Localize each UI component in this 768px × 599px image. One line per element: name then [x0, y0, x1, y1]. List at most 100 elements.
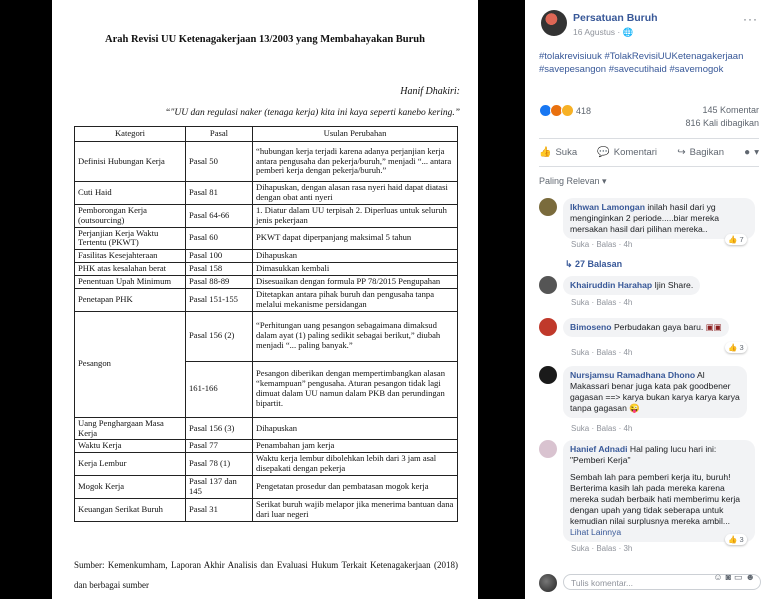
- table-row: Mogok Kerja Pasal 137 dan 145 Pengetatan p…: [74, 475, 458, 499]
- table-row: Cuti Haid Pasal 81 Dihapuskan, dengan alas…: [74, 181, 458, 205]
- post-time-text: 16 Agustus ·: [573, 27, 623, 37]
- cell-usulan: Penambahan jam kerja: [252, 439, 458, 454]
- sad-reaction-icon: [561, 104, 574, 117]
- cell-kategori: PHK atas kesalahan berat: [74, 262, 186, 276]
- cell-usulan: Ditetapkan antara pihak buruh dan pengus…: [252, 287, 458, 312]
- dropdown-caret-icon: ▾: [754, 146, 759, 158]
- table-row: Keuangan Serikat Buruh Pasal 31 Serikat bu…: [74, 497, 458, 522]
- share-button[interactable]: ↪ Bagikan: [677, 147, 724, 158]
- see-more-link[interactable]: Lihat Lainnya: [570, 527, 621, 537]
- comment-meta[interactable]: Suka · Balas · 4h: [571, 348, 632, 357]
- cell-kategori: Penentuan Upah Minimum: [74, 275, 186, 289]
- cell-pasal: Pasal 156 (2): [185, 310, 253, 362]
- cell-pasal: Pasal 78 (1): [185, 452, 253, 476]
- cell-pasal: Pasal 31: [185, 497, 253, 522]
- cell-usulan: Serikat buruh wajib melapor jika menerim…: [252, 497, 458, 522]
- cell-usulan: Dihapuskan, dengan alasan rasa nyeri hai…: [252, 181, 458, 205]
- cell-usulan: Dihapuskan: [252, 249, 458, 264]
- emoji-icon[interactable]: ☺: [713, 572, 725, 582]
- cell-usulan: Pengetatan prosedur dan pembatasan mogok…: [252, 475, 458, 499]
- comment-text-continued: Sembah lah para pemberi kerja itu, buruh…: [570, 472, 741, 526]
- comment-icon: 💬: [597, 146, 610, 158]
- comment-meta[interactable]: Suka · Balas · 3h: [571, 544, 632, 553]
- post-photo[interactable]: Arah Revisi UU Ketenagakerjaan 13/2003 y…: [0, 0, 525, 599]
- commenter-name[interactable]: Nursjamsu Ramadhana Dhono: [570, 370, 695, 380]
- comment-meta[interactable]: Suka · Balas · 4h: [571, 424, 632, 433]
- sticker-icon[interactable]: ☻: [746, 572, 758, 582]
- emoji-icon: ▣▣: [705, 322, 722, 332]
- camera-icon[interactable]: ◙: [726, 572, 734, 582]
- cell-pasal: Pasal 64-66: [185, 203, 253, 228]
- avatar[interactable]: [539, 318, 557, 336]
- like-reaction-icon: 👍: [728, 535, 738, 544]
- commenter-name[interactable]: Khairuddin Harahap: [570, 280, 652, 290]
- document-title: Arah Revisi UU Ketenagakerjaan 13/2003 y…: [105, 34, 425, 45]
- comment-reaction-badge[interactable]: 👍 3: [725, 342, 747, 353]
- header-kategori: Kategori: [74, 126, 186, 142]
- table-row: Kerja Lembur Pasal 78 (1) Waktu kerja lemb…: [74, 452, 458, 476]
- document-quote: “"UU dan regulasi naker (tenaga kerja) k…: [165, 108, 460, 118]
- post-timestamp[interactable]: 16 Agustus · 🌐: [573, 27, 633, 38]
- reactions-summary[interactable]: 418 145 Komentar 816 Kali dibagikan: [539, 104, 759, 128]
- comment-bubble: Khairuddin Harahap Ijin Share.: [563, 276, 701, 295]
- avatar[interactable]: [539, 198, 557, 216]
- post-actions: 👍 Suka 💬 Komentari ↪ Bagikan ● ▾: [539, 142, 759, 162]
- avatar[interactable]: [539, 440, 557, 458]
- cell-kategori: Definisi Hubungan Kerja: [74, 141, 186, 182]
- shares-count-link[interactable]: 816 Kali dibagikan: [685, 117, 759, 130]
- cell-usulan: “Perhitungan uang pesangon sebagaimana d…: [252, 310, 458, 362]
- cell-kategori: Pesangon: [74, 310, 186, 418]
- comment-input-bar: Tulis komentar... ☺◙▭☻: [539, 572, 764, 594]
- comment-button[interactable]: 💬 Komentari: [597, 147, 657, 158]
- comment-sort-dropdown[interactable]: Paling Relevan ▾: [539, 176, 607, 187]
- avatar[interactable]: [539, 276, 557, 294]
- comment-reaction-badge[interactable]: 👍 3: [725, 534, 747, 545]
- more-options-icon[interactable]: ···: [743, 12, 758, 26]
- comment-label: Komentari: [613, 146, 658, 158]
- comments-count-link[interactable]: 145 Komentar: [685, 104, 759, 117]
- share-icon: ↪: [677, 146, 686, 158]
- gif-icon[interactable]: ▭: [734, 572, 746, 582]
- input-tools: ☺◙▭☻: [713, 572, 758, 583]
- document-author: Hanif Dhakiri:: [400, 86, 460, 97]
- table-row: Definisi Hubungan Kerja Pasal 50 “hubungan…: [74, 141, 458, 182]
- reaction-count: 7: [739, 235, 744, 244]
- post-hashtags[interactable]: #tolakrevisiuuk #TolakRevisiUUKetenagake…: [539, 50, 759, 76]
- cell-kategori: Mogok Kerja: [74, 475, 186, 499]
- comment-meta[interactable]: Suka · Balas · 4h: [571, 240, 632, 249]
- commenter-name[interactable]: Ikhwan Lamongan: [570, 202, 645, 212]
- cell-usulan: Dihapuskan: [252, 416, 458, 441]
- avatar[interactable]: [539, 366, 557, 384]
- comment-meta[interactable]: Suka · Balas · 4h: [571, 298, 632, 307]
- cell-pasal: Pasal 151-155: [185, 287, 253, 312]
- cell-usulan: Disesuaikan dengan formula PP 78/2015 Pe…: [252, 275, 458, 289]
- page-name-link[interactable]: Persatuan Buruh: [573, 12, 658, 24]
- reaction-count: 3: [739, 343, 744, 352]
- revision-table: Kategori Pasal Usulan Perubahan Definisi…: [74, 126, 458, 522]
- table-row: Perjanjian Kerja Waktu Tertentu (PKWT) Pa…: [74, 226, 458, 251]
- cell-kategori: Perjanjian Kerja Waktu Tertentu (PKWT): [74, 226, 186, 251]
- table-row: Penentuan Upah Minimum Pasal 88-89 Disesua…: [74, 275, 458, 289]
- divider: [539, 166, 759, 167]
- page-avatar[interactable]: [541, 10, 567, 36]
- cell-usulan: “hubungan kerja terjadi karena adanya pe…: [252, 141, 458, 182]
- comment-bubble: Bimoseno Perbudakan gaya baru. ▣▣: [563, 318, 729, 337]
- view-replies-link[interactable]: ↳ 27 Balasan: [565, 259, 622, 270]
- audience-selector[interactable]: ● ▾: [744, 147, 759, 158]
- reaction-count: 3: [739, 535, 744, 544]
- like-button[interactable]: 👍 Suka: [539, 147, 577, 158]
- table-row: Penetapan PHK Pasal 151-155 Ditetapkan ant…: [74, 287, 458, 312]
- avatar-icon: ●: [744, 146, 751, 158]
- commenter-name[interactable]: Hanief Adnadi: [570, 444, 627, 454]
- table-row: PHK atas kesalahan berat Pasal 158 Dimasuk…: [74, 262, 458, 276]
- table-row: Uang Penghargaan Masa Kerja Pasal 156 (3)…: [74, 416, 458, 441]
- cell-kategori: Cuti Haid: [74, 181, 186, 205]
- cell-pasal: Pasal 77: [185, 439, 253, 454]
- cell-kategori: Fasilitas Kesejahteraan: [74, 249, 186, 264]
- comment-reaction-badge[interactable]: 👍 7: [725, 234, 747, 245]
- cell-kategori: Waktu Kerja: [74, 439, 186, 454]
- commenter-name[interactable]: Bimoseno: [570, 322, 612, 332]
- post-stats: 145 Komentar 816 Kali dibagikan: [685, 104, 759, 130]
- cell-kategori: Keuangan Serikat Buruh: [74, 497, 186, 522]
- cell-kategori: Penetapan PHK: [74, 287, 186, 312]
